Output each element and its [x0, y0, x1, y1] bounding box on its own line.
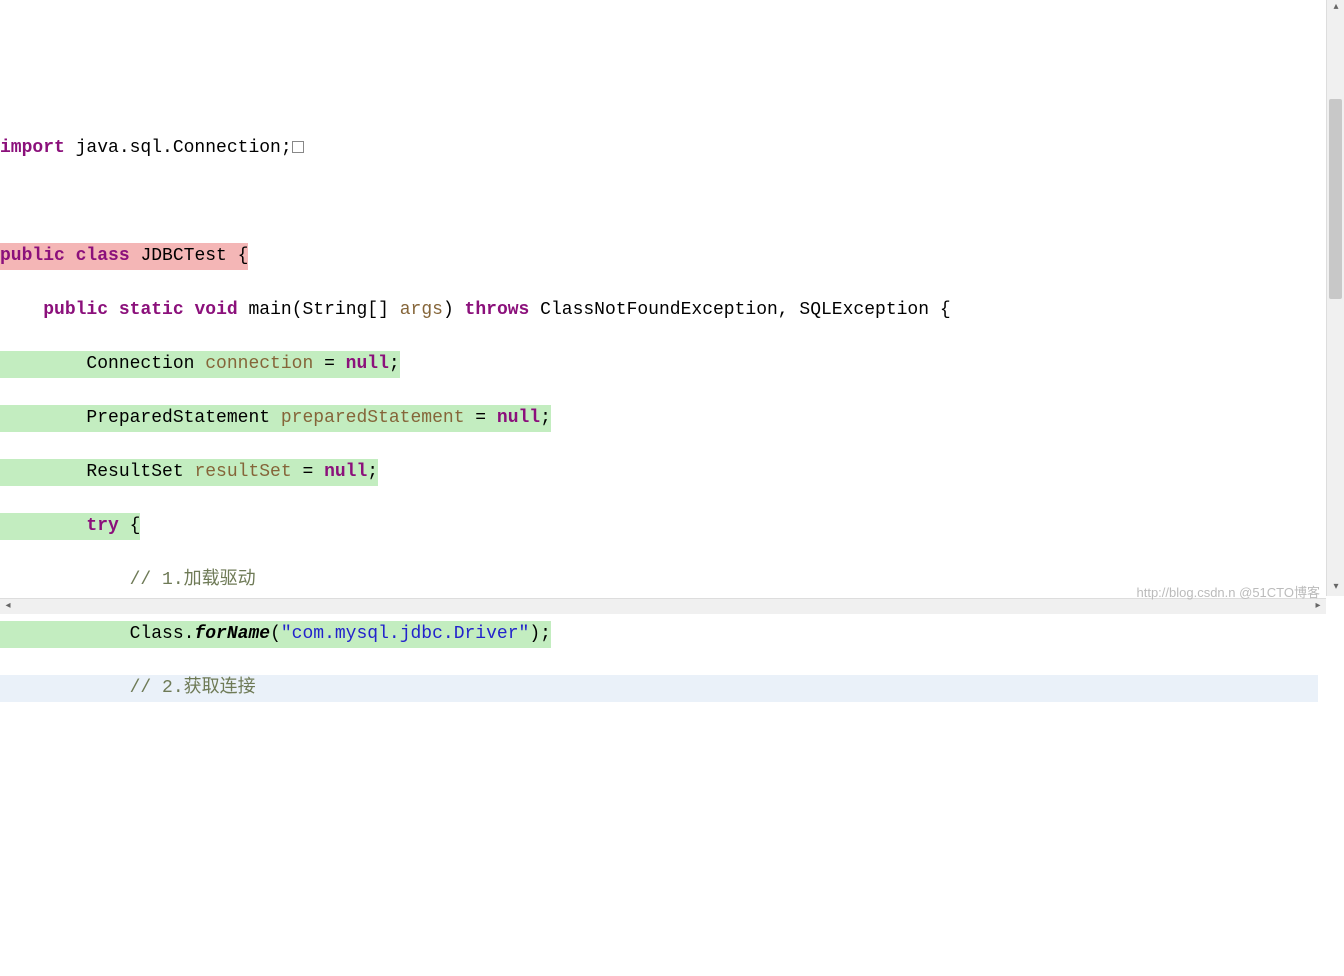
scroll-left-arrow-icon[interactable]: ◂: [0, 599, 16, 615]
kw-null: null: [346, 354, 389, 374]
var-preparedStatement: preparedStatement: [281, 408, 465, 428]
kw-class: class: [76, 246, 130, 266]
paren: );: [529, 624, 551, 644]
scrollbar-thumb[interactable]: [1329, 99, 1342, 299]
coverage-line: ResultSet resultSet = null;: [0, 459, 378, 486]
coverage-line: Connection connection = null;: [0, 351, 400, 378]
fold-icon[interactable]: [292, 141, 304, 153]
kw-public: public: [0, 246, 65, 266]
method-sig: main(String[]: [238, 300, 400, 320]
kw-try: try: [86, 516, 118, 536]
indent: [0, 516, 86, 536]
indent: [0, 300, 43, 320]
kw-public: public: [43, 300, 108, 320]
current-line: // 2.获取连接: [0, 675, 1318, 702]
kw-static: static: [119, 300, 184, 320]
coverage-line: Class.forName("com.mysql.jdbc.Driver");: [0, 621, 551, 648]
vertical-scrollbar[interactable]: ▴ ▾: [1326, 0, 1344, 596]
var-connection: connection: [205, 354, 313, 374]
kw-null: null: [324, 462, 367, 482]
import-target: java.sql.Connection;: [65, 138, 292, 158]
type: PreparedStatement: [0, 408, 281, 428]
coverage-line: try {: [0, 513, 140, 540]
type: ResultSet: [0, 462, 194, 482]
var-resultSet: resultSet: [194, 462, 291, 482]
eq: =: [313, 354, 345, 374]
fn-forName: forName: [194, 624, 270, 644]
eq: =: [465, 408, 497, 428]
scroll-right-arrow-icon[interactable]: ▸: [1310, 599, 1326, 615]
horizontal-scrollbar[interactable]: ◂ ▸: [0, 598, 1326, 614]
code-editor[interactable]: import java.sql.Connection; public class…: [0, 108, 1320, 706]
eq: =: [292, 462, 324, 482]
class-name: JDBCTest {: [130, 246, 249, 266]
paren: ): [443, 300, 465, 320]
param-args: args: [400, 300, 443, 320]
call-prefix: Class.: [0, 624, 194, 644]
sc: ;: [540, 408, 551, 428]
throws-list: ClassNotFoundException, SQLException {: [529, 300, 950, 320]
scroll-up-arrow-icon[interactable]: ▴: [1327, 0, 1344, 16]
brace: {: [119, 516, 141, 536]
sc: ;: [389, 354, 400, 374]
comment-2: // 2.获取连接: [0, 678, 256, 698]
keyword-import: import: [0, 138, 65, 158]
kw-void: void: [194, 300, 237, 320]
sc: ;: [367, 462, 378, 482]
str-driver: "com.mysql.jdbc.Driver": [281, 624, 529, 644]
comment-1: // 1.加载驱动: [0, 570, 256, 590]
coverage-line: PreparedStatement preparedStatement = nu…: [0, 405, 551, 432]
paren: (: [270, 624, 281, 644]
type: Connection: [0, 354, 205, 374]
class-decl-highlight: public class JDBCTest {: [0, 243, 248, 270]
scroll-down-arrow-icon[interactable]: ▾: [1327, 580, 1344, 596]
kw-throws: throws: [465, 300, 530, 320]
kw-null: null: [497, 408, 540, 428]
